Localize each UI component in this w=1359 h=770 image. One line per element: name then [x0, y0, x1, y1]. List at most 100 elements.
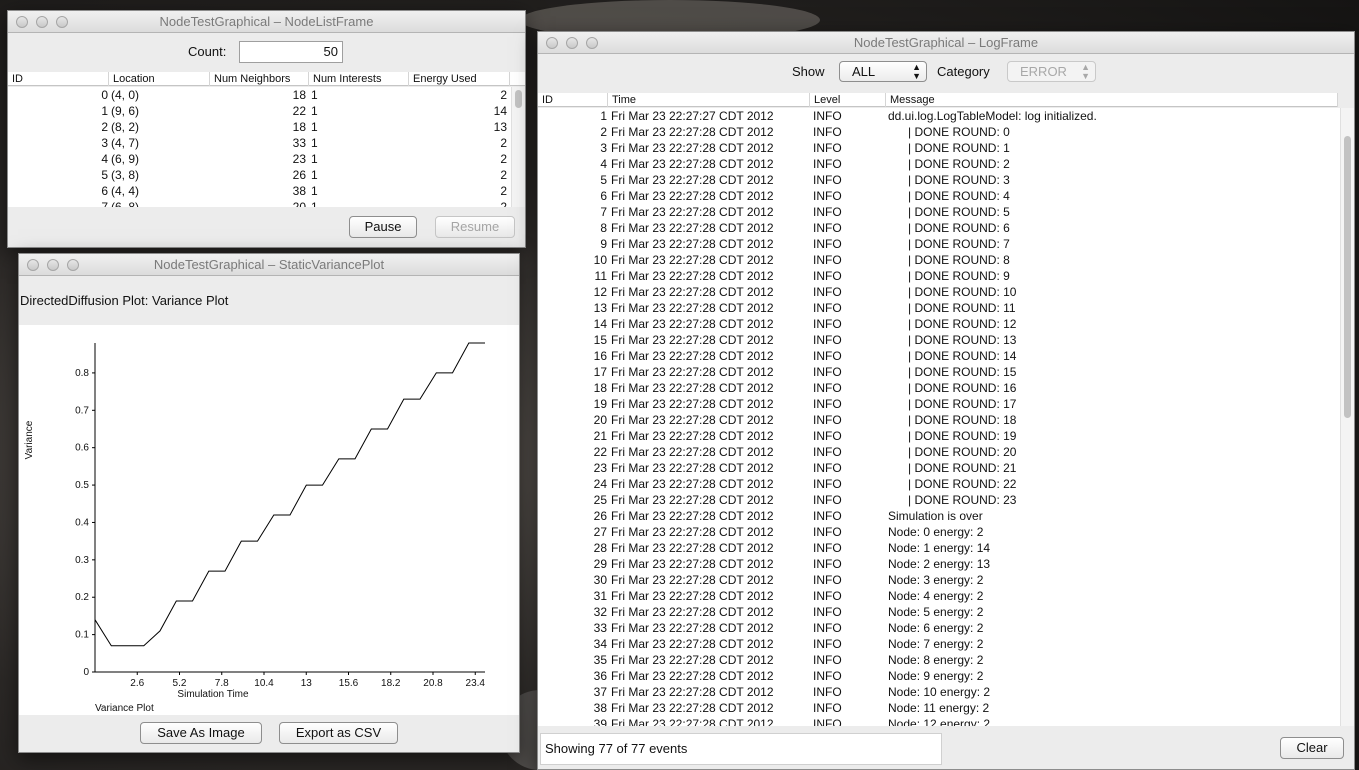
node-column-header[interactable]: ID — [8, 72, 109, 86]
log-table-row[interactable]: 32 Fri Mar 23 22:27:28 CDT 2012 INFO Node: … — [538, 604, 1341, 620]
log-table-row[interactable]: 39 Fri Mar 23 22:27:28 CDT 2012 INFO Node: … — [538, 716, 1341, 726]
node-table-row[interactable]: 2 (8, 2) 18 1 13 — [8, 119, 525, 135]
node-cell: 1 — [311, 184, 318, 198]
log-table-row[interactable]: 7 Fri Mar 23 22:27:28 CDT 2012 INFO | DONE… — [538, 204, 1341, 220]
save-as-image-button[interactable]: Save As Image — [140, 722, 262, 744]
log-table-row[interactable]: 10 Fri Mar 23 22:27:28 CDT 2012 INFO | DON… — [538, 252, 1341, 268]
log-table-row[interactable]: 38 Fri Mar 23 22:27:28 CDT 2012 INFO Node: … — [538, 700, 1341, 716]
node-cell: 38 — [292, 184, 306, 198]
count-field[interactable]: 50 — [239, 41, 343, 63]
log-table-row[interactable]: 20 Fri Mar 23 22:27:28 CDT 2012 INFO | DON… — [538, 412, 1341, 428]
log-cell: 36 — [593, 669, 607, 683]
node-column-header[interactable]: Num Neighbors — [210, 72, 309, 86]
close-window-button[interactable] — [27, 259, 39, 271]
log-table-row[interactable]: 11 Fri Mar 23 22:27:28 CDT 2012 INFO | DON… — [538, 268, 1341, 284]
log-table-row[interactable]: 12 Fri Mar 23 22:27:28 CDT 2012 INFO | DON… — [538, 284, 1341, 300]
log-cell: dd.ui.log.LogTableModel: log initialized… — [888, 109, 1097, 123]
node-table-scroll-thumb[interactable] — [515, 90, 522, 108]
log-column-header[interactable]: Level — [810, 93, 886, 107]
log-cell: 3 — [600, 141, 607, 155]
category-label: Category — [937, 64, 990, 79]
log-cell: 11 — [594, 269, 607, 283]
log-table-row[interactable]: 30 Fri Mar 23 22:27:28 CDT 2012 INFO Node: … — [538, 572, 1341, 588]
plot-titlebar[interactable]: NodeTestGraphical – StaticVariancePlot — [19, 254, 519, 276]
close-window-button[interactable] — [16, 16, 28, 28]
node-column-header[interactable]: Energy Used — [409, 72, 510, 86]
log-table-row[interactable]: 9 Fri Mar 23 22:27:28 CDT 2012 INFO | DONE… — [538, 236, 1341, 252]
category-select[interactable]: ERROR ▲ ▼ — [1007, 61, 1096, 82]
log-table-row[interactable]: 17 Fri Mar 23 22:27:28 CDT 2012 INFO | DON… — [538, 364, 1341, 380]
log-table-row[interactable]: 6 Fri Mar 23 22:27:28 CDT 2012 INFO | DONE… — [538, 188, 1341, 204]
export-csv-button[interactable]: Export as CSV — [279, 722, 398, 744]
log-cell: INFO — [813, 397, 842, 411]
node-list-titlebar[interactable]: NodeTestGraphical – NodeListFrame — [8, 11, 525, 33]
category-select-value: ERROR — [1020, 64, 1067, 79]
log-table-row[interactable]: 37 Fri Mar 23 22:27:28 CDT 2012 INFO Node: … — [538, 684, 1341, 700]
log-column-header[interactable]: Time — [608, 93, 810, 107]
log-table-row[interactable]: 1 Fri Mar 23 22:27:27 CDT 2012 INFO dd.ui.l… — [538, 108, 1341, 124]
log-cell: Fri Mar 23 22:27:28 CDT 2012 — [611, 509, 774, 523]
log-table-row[interactable]: 19 Fri Mar 23 22:27:28 CDT 2012 INFO | DON… — [538, 396, 1341, 412]
minimize-window-button[interactable] — [36, 16, 48, 28]
log-table-row[interactable]: 31 Fri Mar 23 22:27:28 CDT 2012 INFO Node: … — [538, 588, 1341, 604]
node-table-row[interactable]: 3 (4, 7) 33 1 2 — [8, 135, 525, 151]
log-table-row[interactable]: 21 Fri Mar 23 22:27:28 CDT 2012 INFO | DON… — [538, 428, 1341, 444]
minimize-window-button[interactable] — [47, 259, 59, 271]
node-table-scrollbar[interactable] — [511, 87, 525, 207]
log-table-row[interactable]: 15 Fri Mar 23 22:27:28 CDT 2012 INFO | DON… — [538, 332, 1341, 348]
log-column-header[interactable]: ID — [538, 93, 608, 107]
log-table-row[interactable]: 22 Fri Mar 23 22:27:28 CDT 2012 INFO | DON… — [538, 444, 1341, 460]
show-select[interactable]: ALL ▲ ▼ — [839, 61, 927, 82]
log-cell: 35 — [593, 653, 607, 667]
log-table-row[interactable]: 3 Fri Mar 23 22:27:28 CDT 2012 INFO | DONE… — [538, 140, 1341, 156]
log-table-row[interactable]: 14 Fri Mar 23 22:27:28 CDT 2012 INFO | DON… — [538, 316, 1341, 332]
log-cell: 6 — [600, 189, 607, 203]
zoom-window-button[interactable] — [586, 37, 598, 49]
log-cell: Fri Mar 23 22:27:28 CDT 2012 — [611, 413, 774, 427]
log-table-scroll-thumb[interactable] — [1344, 136, 1351, 418]
node-cell: 2 — [500, 136, 507, 150]
log-table-row[interactable]: 34 Fri Mar 23 22:27:28 CDT 2012 INFO Node: … — [538, 636, 1341, 652]
log-table-row[interactable]: 33 Fri Mar 23 22:27:28 CDT 2012 INFO Node: … — [538, 620, 1341, 636]
log-table-scrollbar[interactable] — [1340, 108, 1354, 726]
pause-button[interactable]: Pause — [349, 216, 417, 238]
close-window-button[interactable] — [546, 37, 558, 49]
log-table-row[interactable]: 29 Fri Mar 23 22:27:28 CDT 2012 INFO Node: … — [538, 556, 1341, 572]
log-cell: INFO — [813, 477, 842, 491]
log-table-row[interactable]: 25 Fri Mar 23 22:27:28 CDT 2012 INFO | DON… — [538, 492, 1341, 508]
log-table-row[interactable]: 16 Fri Mar 23 22:27:28 CDT 2012 INFO | DON… — [538, 348, 1341, 364]
resume-button[interactable]: Resume — [435, 216, 515, 238]
log-table-row[interactable]: 36 Fri Mar 23 22:27:28 CDT 2012 INFO Node: … — [538, 668, 1341, 684]
log-table-row[interactable]: 24 Fri Mar 23 22:27:28 CDT 2012 INFO | DON… — [538, 476, 1341, 492]
log-table-row[interactable]: 27 Fri Mar 23 22:27:28 CDT 2012 INFO Node: … — [538, 524, 1341, 540]
log-table-row[interactable]: 4 Fri Mar 23 22:27:28 CDT 2012 INFO | DONE… — [538, 156, 1341, 172]
x-tick-label: 15.6 — [339, 678, 359, 689]
log-table-row[interactable]: 23 Fri Mar 23 22:27:28 CDT 2012 INFO | DON… — [538, 460, 1341, 476]
log-titlebar[interactable]: NodeTestGraphical – LogFrame — [538, 32, 1354, 54]
node-cell: 18 — [292, 120, 306, 134]
log-cell: 9 — [600, 237, 607, 251]
log-table-row[interactable]: 35 Fri Mar 23 22:27:28 CDT 2012 INFO Node: … — [538, 652, 1341, 668]
log-table-row[interactable]: 26 Fri Mar 23 22:27:28 CDT 2012 INFO Simula… — [538, 508, 1341, 524]
log-table-row[interactable]: 28 Fri Mar 23 22:27:28 CDT 2012 INFO Node: … — [538, 540, 1341, 556]
zoom-window-button[interactable] — [56, 16, 68, 28]
clear-button[interactable]: Clear — [1280, 737, 1344, 759]
log-table-row[interactable]: 13 Fri Mar 23 22:27:28 CDT 2012 INFO | DON… — [538, 300, 1341, 316]
log-column-header[interactable]: Message — [886, 93, 1338, 107]
node-table-row[interactable]: 7 (6, 8) 20 1 2 — [8, 199, 525, 207]
node-table-row[interactable]: 1 (9, 6) 22 1 14 — [8, 103, 525, 119]
log-cell: Fri Mar 23 22:27:28 CDT 2012 — [611, 637, 774, 651]
node-column-header[interactable]: Num Interests — [309, 72, 409, 86]
zoom-window-button[interactable] — [67, 259, 79, 271]
node-cell: (4, 4) — [111, 184, 140, 198]
log-table-row[interactable]: 18 Fri Mar 23 22:27:28 CDT 2012 INFO | DON… — [538, 380, 1341, 396]
log-table-row[interactable]: 8 Fri Mar 23 22:27:28 CDT 2012 INFO | DONE… — [538, 220, 1341, 236]
log-table-row[interactable]: 2 Fri Mar 23 22:27:28 CDT 2012 INFO | DONE… — [538, 124, 1341, 140]
minimize-window-button[interactable] — [566, 37, 578, 49]
node-table-row[interactable]: 5 (3, 8) 26 1 2 — [8, 167, 525, 183]
node-table-row[interactable]: 4 (6, 9) 23 1 2 — [8, 151, 525, 167]
log-table-row[interactable]: 5 Fri Mar 23 22:27:28 CDT 2012 INFO | DONE… — [538, 172, 1341, 188]
node-table-row[interactable]: 6 (4, 4) 38 1 2 — [8, 183, 525, 199]
node-column-header[interactable]: Location — [109, 72, 210, 86]
node-table-row[interactable]: 0 (4, 0) 18 1 2 — [8, 87, 525, 103]
